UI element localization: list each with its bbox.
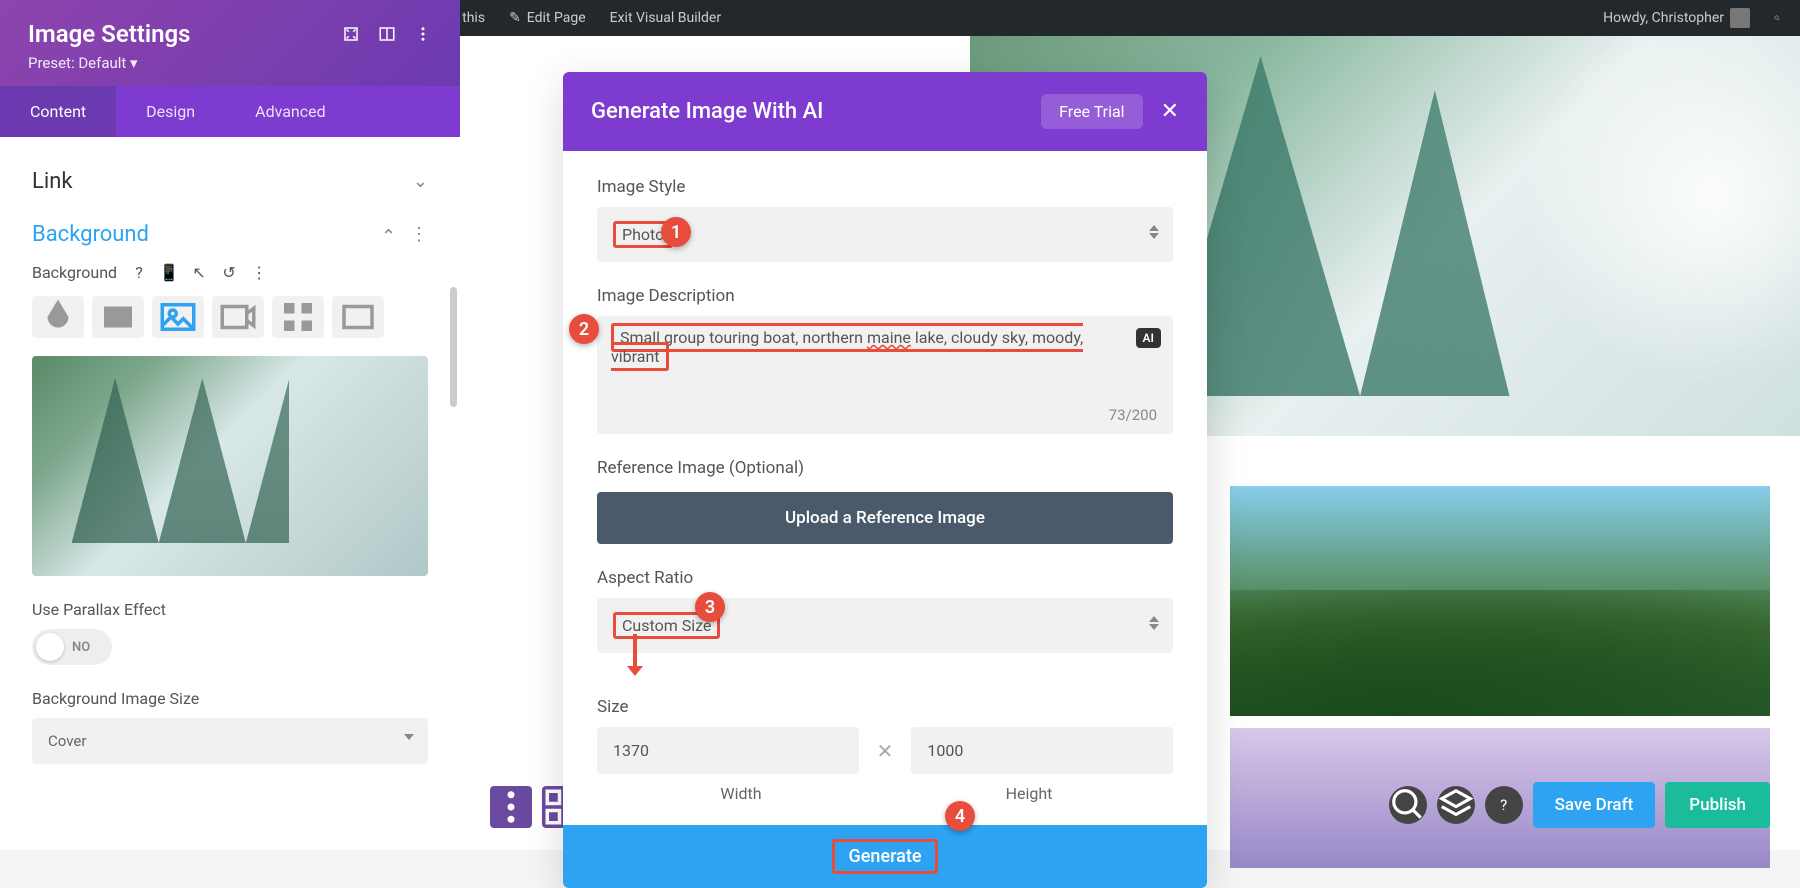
hover-icon[interactable]: ↖ (191, 265, 207, 281)
page-canvas: Generate Image With AI Free Trial ✕ Imag… (460, 36, 1800, 850)
bg-size-label: Background Image Size (32, 689, 428, 708)
tab-advanced[interactable]: Advanced (225, 86, 356, 137)
help-icon[interactable]: ? (131, 265, 147, 281)
exit-visual-builder[interactable]: Exit Visual Builder (602, 0, 729, 36)
generate-bar: Generate 4 (563, 825, 1207, 888)
menu-button[interactable] (490, 786, 532, 828)
scrollbar[interactable] (450, 287, 457, 407)
width-label: Width (597, 784, 885, 803)
pencil-icon: ✎ (509, 10, 521, 26)
callout-2: 2 (569, 314, 599, 344)
reset-icon[interactable]: ↺ (221, 265, 237, 281)
bg-video-tab[interactable] (212, 296, 264, 338)
bg-mask-tab[interactable] (332, 296, 384, 338)
image-settings-panel: Image Settings Preset: Default ▾ Content… (0, 0, 460, 850)
dock-icon[interactable] (378, 25, 396, 43)
expand-icon[interactable] (342, 25, 360, 43)
howdy-user[interactable]: Howdy, Christopher (1595, 0, 1758, 36)
bg-pattern-tab[interactable] (272, 296, 324, 338)
image-style-label: Image Style (597, 177, 1173, 197)
help-button[interactable]: ? (1485, 786, 1523, 824)
save-draft-button[interactable]: Save Draft (1533, 782, 1656, 828)
height-label: Height (885, 784, 1173, 803)
chevron-down-icon: ⌄ (413, 171, 428, 192)
callout-1: 1 (661, 217, 691, 247)
ai-badge[interactable]: AI (1136, 328, 1161, 348)
aspect-ratio-label: Aspect Ratio (597, 568, 1173, 588)
bg-gradient-tab[interactable] (92, 296, 144, 338)
phone-icon[interactable]: 📱 (161, 265, 177, 281)
publish-button[interactable]: Publish (1665, 782, 1770, 828)
chevron-up-icon: ⌄ (381, 224, 396, 245)
bg-image-tab[interactable] (152, 296, 204, 338)
image-desc-textarea[interactable]: Small group touring boat, northern maine… (597, 316, 1173, 434)
times-icon: ✕ (877, 739, 894, 763)
edit-page[interactable]: ✎Edit Page (501, 0, 594, 36)
layers-button[interactable] (1437, 786, 1475, 824)
section-link[interactable]: Link ⌄ (32, 169, 428, 194)
aspect-ratio-select[interactable]: Custom Size (597, 598, 1173, 653)
tab-content[interactable]: Content (0, 86, 116, 137)
panel-title: Image Settings (28, 20, 191, 48)
bg-color-tab[interactable] (32, 296, 84, 338)
background-type-tabs (32, 296, 428, 338)
zoom-button[interactable] (1389, 786, 1427, 824)
preset-selector[interactable]: Preset: Default ▾ (28, 54, 432, 72)
parallax-label: Use Parallax Effect (32, 600, 428, 619)
more-icon[interactable] (414, 25, 432, 43)
parallax-toggle[interactable]: NO (32, 629, 112, 665)
arrow-down-icon (633, 634, 637, 668)
more-vert-icon[interactable]: ⋮ (410, 224, 428, 245)
image-desc-label: Image Description (597, 286, 1173, 306)
height-input[interactable] (911, 727, 1173, 774)
admin-search[interactable] (1766, 7, 1788, 29)
char-count: 73/200 (1109, 406, 1157, 424)
modal-title: Generate Image With AI (591, 99, 823, 124)
width-input[interactable] (597, 727, 859, 774)
upload-reference-button[interactable]: Upload a Reference Image (597, 492, 1173, 544)
ref-image-label: Reference Image (Optional) (597, 458, 1173, 478)
palm-image[interactable] (1230, 486, 1770, 716)
size-label: Size (597, 697, 1173, 717)
section-background[interactable]: Background ⌄ ⋮ (32, 222, 428, 247)
options-icon[interactable]: ⋮ (251, 265, 267, 281)
avatar (1730, 8, 1750, 28)
callout-3: 3 (695, 592, 725, 622)
settings-tabs: Content Design Advanced (0, 86, 460, 137)
bg-size-select[interactable] (32, 718, 428, 764)
generate-button[interactable]: Generate (832, 839, 939, 874)
callout-4: 4 (945, 801, 975, 831)
close-icon[interactable]: ✕ (1161, 99, 1179, 124)
tab-design[interactable]: Design (116, 86, 225, 137)
background-label: Background (32, 263, 117, 282)
panel-header: Image Settings Preset: Default ▾ (0, 0, 460, 86)
builder-actions: ? Save Draft Publish (1389, 782, 1770, 828)
background-preview[interactable] (32, 356, 428, 576)
ai-image-modal: Generate Image With AI Free Trial ✕ Imag… (563, 72, 1207, 888)
free-trial-button[interactable]: Free Trial (1041, 94, 1142, 129)
panel-body: Link ⌄ Background ⌄ ⋮ Background ? 📱 ↖ ↺… (0, 137, 460, 850)
